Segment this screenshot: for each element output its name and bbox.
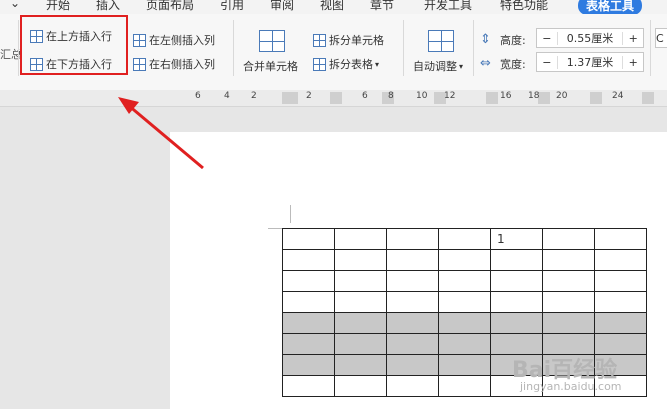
annotation-arrow-icon [118,97,204,170]
watermark-text: jingyan.baidu.com [520,380,622,393]
